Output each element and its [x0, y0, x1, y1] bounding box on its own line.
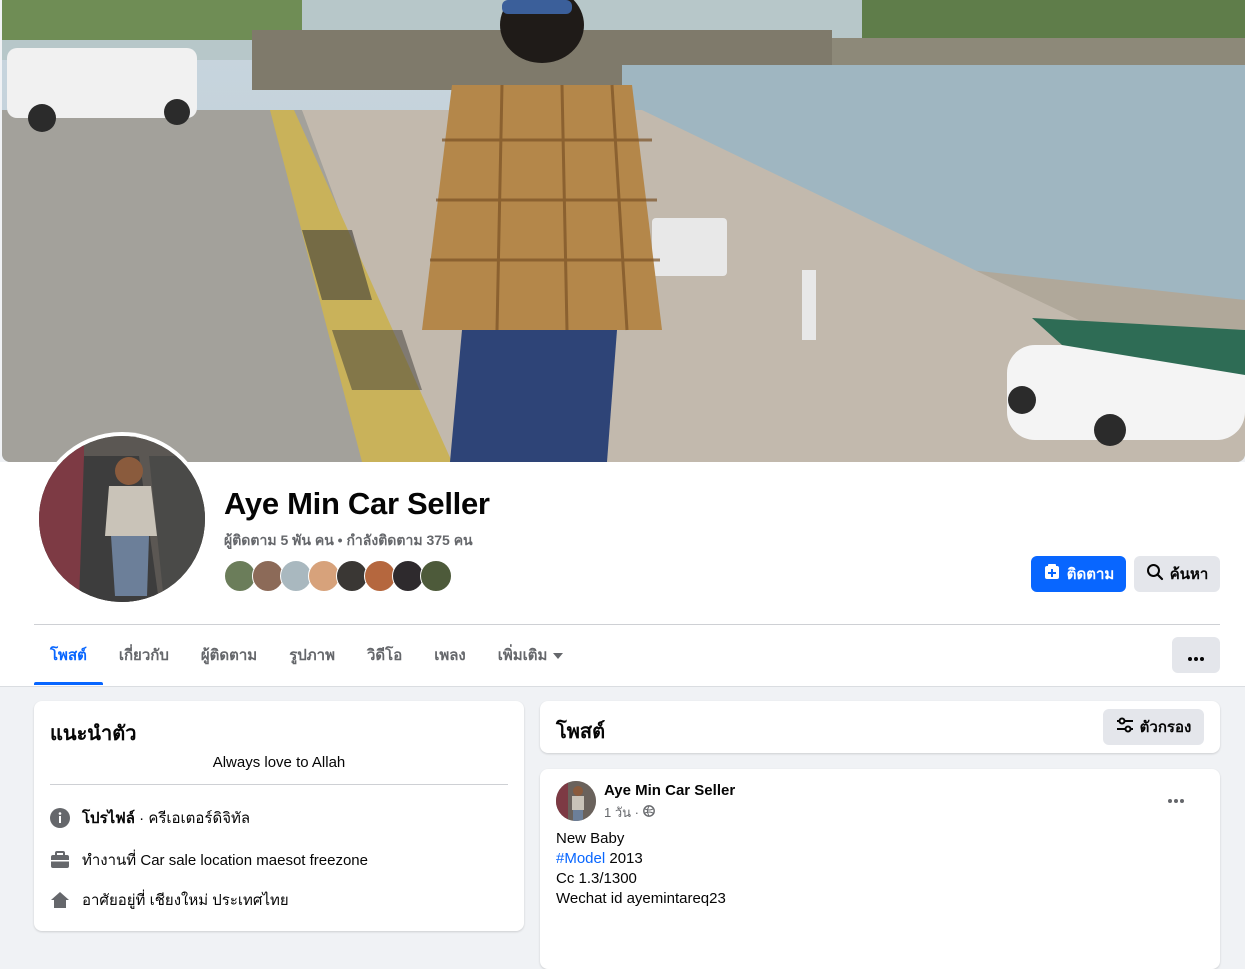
- intro-row-profile: โปรไฟล์ · ครีเอเตอร์ดิจิทัล: [50, 806, 250, 830]
- tab-label: ผู้ติดตาม: [200, 647, 258, 664]
- tab-posts[interactable]: โพสต์: [34, 625, 103, 685]
- intro-profile-category: · ครีเอเตอร์ดิจิทัล: [135, 810, 251, 827]
- cover-photo[interactable]: [2, 0, 1245, 462]
- intro-title: แนะนำตัว: [50, 723, 137, 745]
- tab-about[interactable]: เกี่ยวกับ: [103, 625, 185, 685]
- follower-avatar[interactable]: [420, 560, 452, 592]
- post-author-name[interactable]: Aye Min Car Seller: [604, 782, 735, 799]
- tab-photos[interactable]: รูปภาพ: [273, 625, 351, 685]
- intro-row-work: ทำงานที่ Car sale location maesot freezo…: [50, 848, 368, 872]
- search-label: ค้นหา: [1169, 566, 1209, 583]
- tab-videos[interactable]: วิดีโอ: [351, 625, 418, 685]
- follow-label: ติดตาม: [1066, 566, 1115, 583]
- intro-divider: [50, 784, 508, 785]
- post-line: #Model 2013: [556, 849, 726, 869]
- intro-profile-label[interactable]: โปรไฟล์: [82, 810, 135, 827]
- search-button[interactable]: ค้นหา: [1134, 556, 1220, 592]
- tab-label: เพลง: [434, 647, 466, 664]
- follow-icon: [1043, 563, 1061, 585]
- post-timestamp[interactable]: 1 วัน ·: [604, 802, 639, 823]
- intro-card: แนะนำตัว Always love to Allah โปรไฟล์ · …: [34, 701, 524, 931]
- info-icon: [50, 808, 70, 828]
- more-options-button[interactable]: [1172, 637, 1220, 673]
- post-line: Cc 1.3/1300: [556, 870, 637, 887]
- briefcase-icon: [50, 850, 70, 870]
- intro-bio: Always love to Allah: [212, 754, 346, 771]
- tab-label: วิดีโอ: [366, 647, 403, 664]
- intro-work-text: ทำงานที่ Car sale location maesot freezo…: [82, 852, 368, 869]
- tab-music[interactable]: เพลง: [418, 625, 482, 685]
- post-body: New Baby #Model 2013 Cc 1.3/1300 Wechat …: [556, 829, 726, 909]
- posts-header-card: โพสต์ ตัวกรอง: [540, 701, 1220, 753]
- follower-stats[interactable]: ผู้ติดตาม 5 พัน คน • กำลังติดตาม 375 คน: [224, 530, 473, 552]
- tab-followers[interactable]: ผู้ติดตาม: [185, 625, 273, 685]
- filter-sliders-icon: [1116, 717, 1134, 737]
- more-dots-icon: [1188, 645, 1204, 666]
- profile-tabs: โพสต์ เกี่ยวกับ ผู้ติดตาม รูปภาพ วิดีโอ …: [34, 625, 579, 685]
- more-dots-icon: [1168, 799, 1184, 803]
- tab-more[interactable]: เพิ่มเติม: [482, 625, 580, 685]
- follow-button[interactable]: ติดตาม: [1031, 556, 1126, 592]
- tab-label: เพิ่มเติม: [497, 647, 548, 664]
- post-card: Aye Min Car Seller 1 วัน · New Baby #Mod…: [540, 769, 1220, 969]
- posts-title: โพสต์: [556, 721, 606, 743]
- post-author-avatar[interactable]: [556, 781, 596, 821]
- post-line: New Baby: [556, 830, 625, 847]
- caret-down-icon: [553, 647, 564, 664]
- post-hashtag[interactable]: #Model: [556, 850, 605, 867]
- tab-label: รูปภาพ: [289, 647, 335, 664]
- tab-label: โพสต์: [50, 647, 87, 664]
- filter-label: ตัวกรอง: [1139, 719, 1192, 736]
- globe-icon: [643, 805, 655, 820]
- home-icon: [50, 890, 70, 910]
- tab-label: เกี่ยวกับ: [118, 647, 169, 664]
- post-line: Wechat id ayemintareq23: [556, 890, 726, 907]
- page-name: Aye Min Car Seller: [224, 486, 490, 521]
- intro-row-home: อาศัยอยู่ที่ เชียงใหม่ ประเทศไทย: [50, 888, 289, 912]
- post-more-button[interactable]: [1168, 787, 1184, 808]
- filter-button[interactable]: ตัวกรอง: [1103, 709, 1204, 745]
- post-line-text: 2013: [609, 850, 643, 867]
- search-icon: [1146, 563, 1164, 585]
- intro-home-text: อาศัยอยู่ที่ เชียงใหม่ ประเทศไทย: [82, 892, 289, 909]
- avatar[interactable]: [39, 436, 205, 602]
- post-meta: 1 วัน ·: [604, 802, 655, 823]
